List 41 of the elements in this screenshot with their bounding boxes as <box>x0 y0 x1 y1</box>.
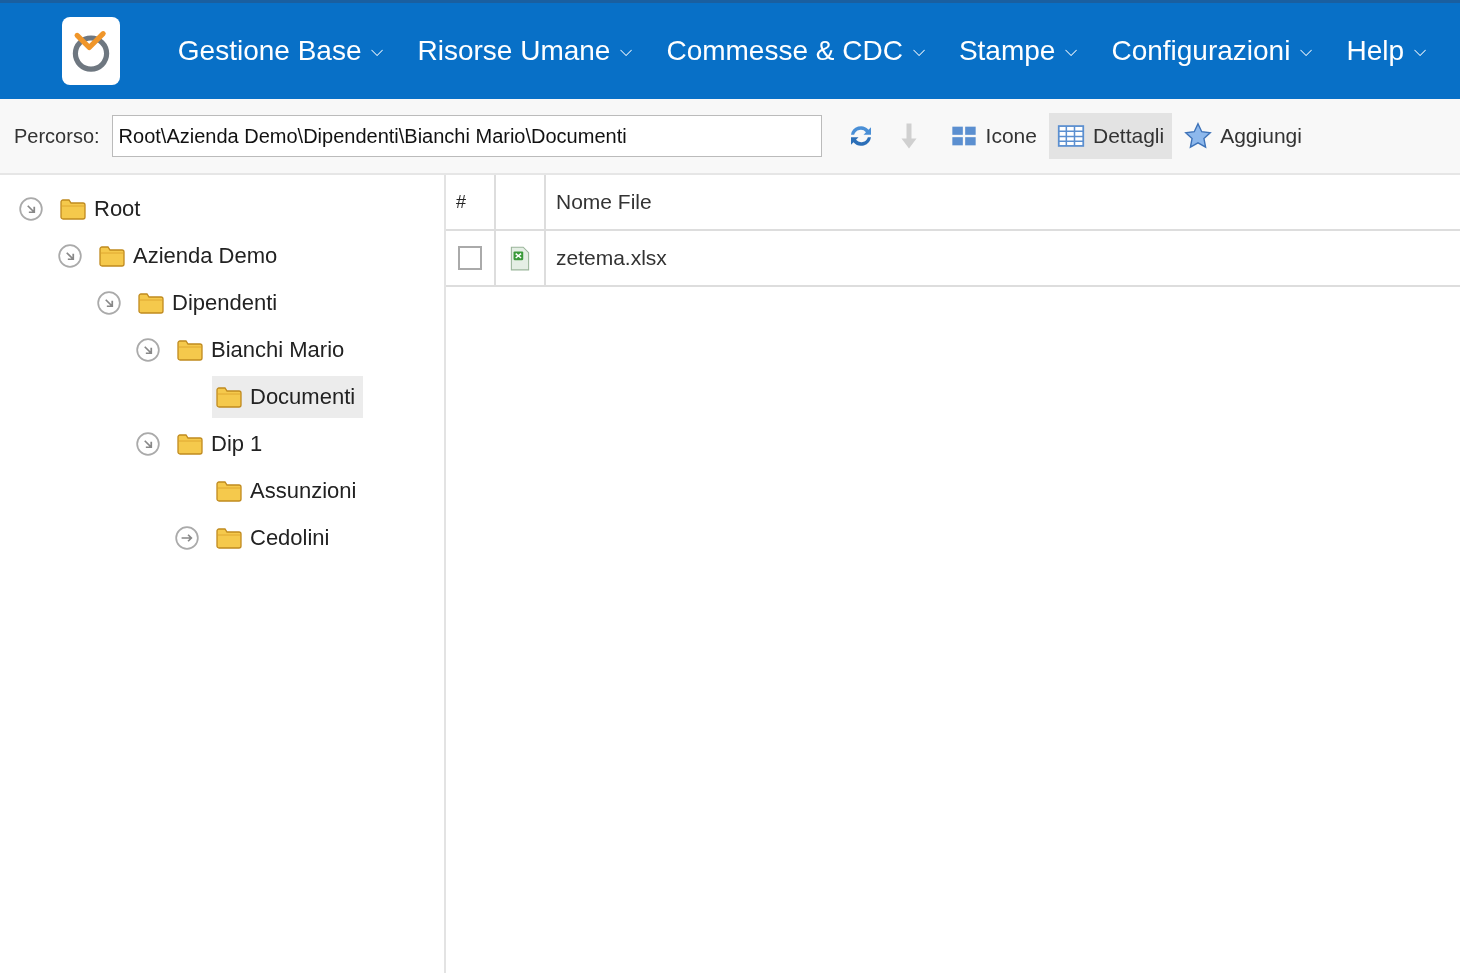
tree-item[interactable]: Documenti <box>212 375 364 418</box>
menu-item[interactable]: Commesse & CDC ⌵ <box>666 35 925 67</box>
expand-icon[interactable] <box>174 524 200 551</box>
collapse-icon[interactable] <box>18 195 44 222</box>
folder-icon <box>60 197 86 220</box>
collapse-icon[interactable] <box>96 289 122 316</box>
menu-item[interactable]: Stampe ⌵ <box>958 35 1078 67</box>
menu-item[interactable]: Gestione Base ⌵ <box>177 35 384 67</box>
path-label: Percorso: <box>14 124 100 148</box>
app-logo[interactable] <box>62 17 120 85</box>
column-header: # <box>446 175 496 229</box>
menu-item[interactable]: Help ⌵ <box>1346 35 1426 67</box>
collapse-icon[interactable] <box>135 430 161 457</box>
folder-icon <box>177 338 203 361</box>
table-icon <box>1056 122 1085 150</box>
spreadsheet-file-icon <box>508 244 532 272</box>
column-header[interactable]: Nome File <box>546 175 1460 229</box>
menu-item[interactable]: Configurazioni ⌵ <box>1111 35 1313 67</box>
checkbox[interactable] <box>458 246 482 270</box>
tree-item[interactable]: Azienda Demo <box>95 234 286 277</box>
view-button[interactable]: Dettagli <box>1048 113 1173 159</box>
file-name[interactable]: zetema.xlsx <box>546 231 1460 285</box>
folder-icon <box>177 432 203 455</box>
folder-icon <box>138 291 164 314</box>
tree-item[interactable]: Cedolini <box>212 516 338 559</box>
tree-item[interactable]: Root <box>56 187 149 230</box>
tree-item[interactable]: Dip 1 <box>173 422 271 465</box>
folder-icon <box>216 526 242 549</box>
view-button[interactable]: Aggiungi <box>1176 113 1310 159</box>
star-icon <box>1184 122 1213 150</box>
collapse-icon[interactable] <box>135 336 161 363</box>
path-field[interactable]: Root\Azienda Demo\Dipendenti\Bianchi Mario\Documenti <box>111 115 822 157</box>
tree-item[interactable]: Bianchi Mario <box>173 328 353 371</box>
folder-icon <box>216 385 242 408</box>
folder-icon <box>99 244 125 267</box>
tree-item[interactable]: Dipendenti <box>134 281 286 324</box>
view-button[interactable]: Icone <box>941 113 1045 159</box>
folder-icon <box>216 479 242 502</box>
collapse-icon[interactable] <box>57 242 83 269</box>
menu-item[interactable]: Risorse Umane ⌵ <box>417 35 633 67</box>
tree-item[interactable]: Assunzioni <box>212 469 365 512</box>
